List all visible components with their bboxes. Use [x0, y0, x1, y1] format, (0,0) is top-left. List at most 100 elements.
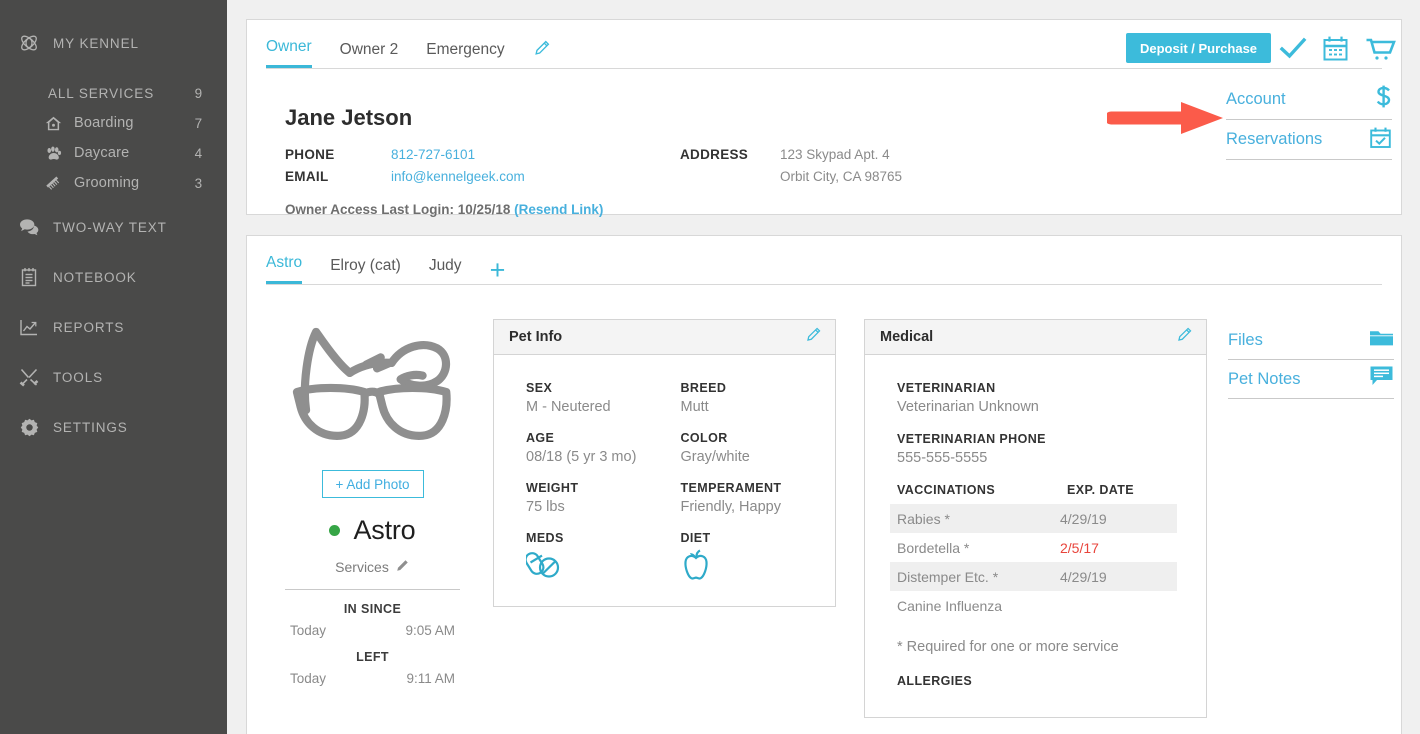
vet-phone-label: VETERINARIAN PHONE [897, 432, 1046, 446]
tools-icon [16, 366, 42, 388]
tab-emergency[interactable]: Emergency [426, 41, 504, 68]
comb-icon [42, 172, 64, 194]
sidebar-item-all-services[interactable]: ALL SERVICES 9 [0, 78, 227, 108]
resend-link[interactable]: (Resend Link) [514, 202, 603, 217]
shopping-cart-icon[interactable] [1365, 37, 1397, 68]
sidebar-item-boarding[interactable]: Boarding 7 [0, 108, 227, 138]
field-veterinarian: VETERINARIAN Veterinarian Unknown [897, 381, 1206, 415]
left-day: Today [290, 671, 327, 686]
vet-label: VETERINARIAN [897, 381, 996, 395]
sex-value: M - Neutered [526, 399, 611, 415]
sidebar-item-settings[interactable]: SETTINGS [0, 406, 227, 448]
sidebar-item-notebook[interactable]: NOTEBOOK [0, 256, 227, 298]
sidebar-tools-label: TOOLS [53, 369, 104, 385]
address-line-1: 123 Skypad Apt. 4 [780, 147, 890, 162]
sidebar: MY KENNEL ALL SERVICES 9 Boarding 7 Dayc… [0, 0, 227, 734]
link-files[interactable]: Files [1228, 321, 1394, 360]
edit-medical-pencil-icon[interactable] [1176, 326, 1193, 348]
pet-side-links: Files Pet Notes [1228, 321, 1394, 399]
edit-owner-pencil-icon[interactable] [533, 39, 551, 68]
field-sex: SEX M - Neutered [526, 381, 681, 415]
checkmark-icon[interactable] [1279, 36, 1307, 67]
calendar-icon[interactable] [1322, 35, 1349, 67]
left-label: LEFT [356, 650, 389, 664]
chart-line-icon [16, 316, 42, 338]
field-breed: BREED Mutt [681, 381, 836, 415]
exp-date-col-header: EXP. DATE [1067, 483, 1135, 497]
pet-divider [285, 589, 460, 590]
owner-side-links: Account Reservations [1226, 80, 1392, 160]
account-label: Account [1226, 90, 1286, 108]
last-login-text: Owner Access Last Login: 10/25/18 [285, 202, 515, 217]
pet-info-title: Pet Info [509, 329, 563, 345]
tab-owner-2[interactable]: Owner 2 [340, 41, 399, 68]
required-note: * Required for one or more service [897, 639, 1119, 655]
add-photo-button[interactable]: + Add Photo [321, 470, 424, 498]
notebook-icon [16, 266, 42, 288]
vaccinations-table-header: VACCINATIONS EXP. DATE [890, 483, 1177, 497]
field-color: COLOR Gray/white [681, 431, 836, 465]
temperament-label: TEMPERAMENT [680, 481, 782, 495]
services-pencil-icon [389, 558, 410, 576]
medical-title: Medical [880, 329, 934, 345]
files-label: Files [1228, 330, 1263, 349]
email-value[interactable]: info@kennelgeek.com [391, 169, 525, 184]
sidebar-boarding-label: Boarding [74, 115, 134, 131]
field-veterinarian-phone: VETERINARIAN PHONE 555-555-5555 [897, 432, 1206, 466]
edit-pet-info-pencil-icon[interactable] [805, 326, 822, 348]
sidebar-item-my-kennel[interactable]: MY KENNEL [0, 22, 227, 64]
apple-icon[interactable] [681, 549, 711, 585]
vaccination-name: Canine Influenza [897, 597, 1003, 614]
all-services-count: 9 [194, 85, 203, 101]
email-label: EMAIL [285, 169, 329, 184]
vaccination-date: 4/29/19 [1060, 510, 1107, 527]
table-row: Rabies * 4/29/19 [890, 504, 1177, 533]
allergies-label: ALLERGIES [897, 674, 973, 688]
add-pet-plus-icon[interactable]: + [490, 257, 506, 284]
color-label: COLOR [680, 431, 728, 445]
sidebar-boarding-count: 7 [194, 115, 203, 131]
in-since-day: Today [290, 623, 327, 638]
diet-label: DIET [680, 531, 711, 545]
in-since-label: IN SINCE [343, 602, 402, 616]
sidebar-item-grooming[interactable]: Grooming 3 [0, 168, 227, 198]
link-account[interactable]: Account [1226, 80, 1392, 120]
sidebar-daycare-count: 4 [194, 145, 203, 161]
sidebar-item-two-way-text[interactable]: TWO-WAY TEXT [0, 206, 227, 248]
vaccinations-col-header: VACCINATIONS [897, 483, 996, 497]
medical-panel: Medical VETERINARIAN Veterinarian Unknow… [864, 319, 1207, 718]
services-label: Services [335, 559, 389, 575]
address-label: ADDRESS [680, 147, 749, 162]
app-root: MY KENNEL ALL SERVICES 9 Boarding 7 Dayc… [0, 0, 1420, 734]
phone-value[interactable]: 812-727-6101 [391, 147, 475, 162]
sidebar-item-reports[interactable]: REPORTS [0, 306, 227, 348]
pet-info-panel: Pet Info SEX M - Neutered BREED Mutt AGE… [493, 319, 836, 607]
breed-value: Mutt [680, 399, 709, 415]
link-pet-notes[interactable]: Pet Notes [1228, 360, 1394, 399]
pet-status-dot [329, 525, 341, 536]
sidebar-settings-label: SETTINGS [53, 419, 128, 435]
pills-icon[interactable] [524, 552, 562, 583]
pet-info-fields: SEX M - Neutered BREED Mutt AGE 08/18 (5… [524, 381, 836, 602]
pet-notes-label: Pet Notes [1228, 369, 1301, 388]
tab-pet-judy[interactable]: Judy [429, 257, 462, 284]
sidebar-item-tools[interactable]: TOOLS [0, 356, 227, 398]
deposit-purchase-button[interactable]: Deposit / Purchase [1126, 33, 1272, 63]
main-content: Owner Owner 2 Emergency Jane Jetson PHON… [227, 0, 1420, 734]
tab-pet-astro[interactable]: Astro [266, 254, 303, 284]
vaccination-name: Rabies * [897, 510, 950, 527]
color-value: Gray/white [680, 449, 750, 465]
house-icon [42, 112, 64, 134]
age-value: 08/18 (5 yr 3 mo) [526, 449, 637, 465]
link-reservations[interactable]: Reservations [1226, 120, 1392, 160]
temperament-value: Friendly, Happy [680, 499, 781, 515]
tab-owner[interactable]: Owner [266, 38, 312, 68]
pet-services-link[interactable]: Services [285, 558, 460, 576]
sidebar-item-daycare[interactable]: Daycare 4 [0, 138, 227, 168]
tab-pet-elroy[interactable]: Elroy (cat) [330, 257, 401, 284]
address-line-2: Orbit City, CA 98765 [780, 169, 903, 184]
weight-value: 75 lbs [526, 499, 565, 515]
paw-icon [42, 142, 64, 164]
vaccination-name: Distemper Etc. * [897, 568, 999, 585]
notes-bubble-icon [1369, 365, 1394, 393]
